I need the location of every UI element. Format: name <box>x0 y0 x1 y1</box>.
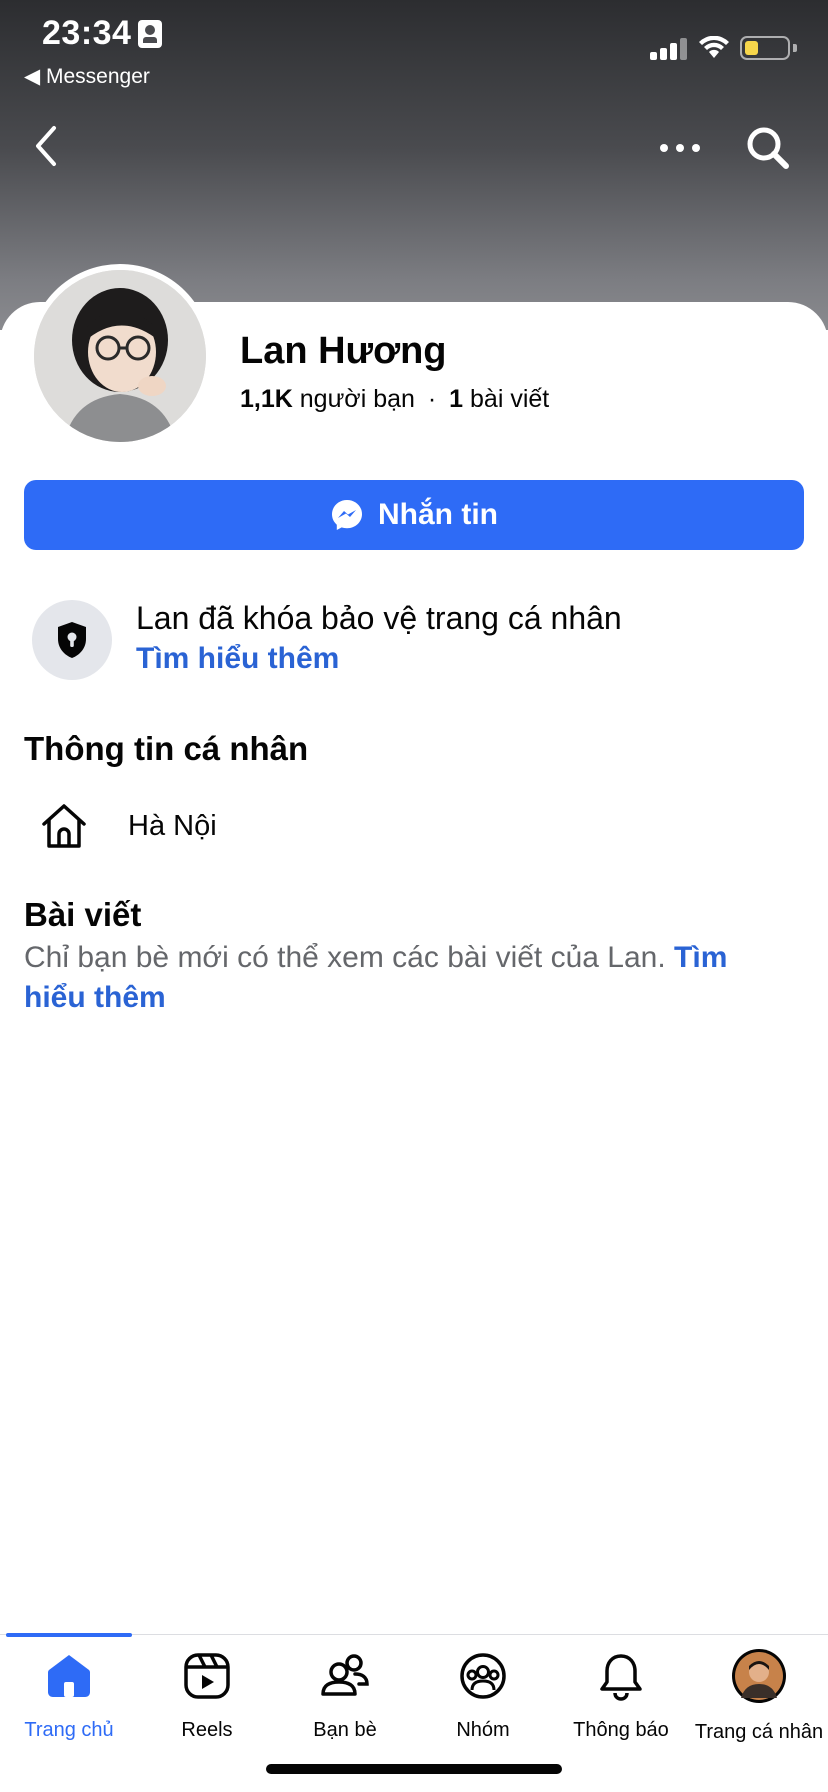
tab-groups[interactable]: Nhóm <box>414 1650 552 1750</box>
reels-icon <box>184 1653 230 1699</box>
tab-reels-label: Reels <box>181 1719 233 1741</box>
friends-label[interactable]: người bạn <box>300 385 415 413</box>
profile-stats: 1,1K người bạn · 1 bài viết <box>240 385 549 414</box>
about-section-title: Thông tin cá nhân <box>24 730 309 767</box>
contact-card-icon <box>138 20 162 48</box>
back-chevron-icon[interactable] <box>26 122 66 170</box>
avatar-photo <box>34 270 206 442</box>
bell-icon <box>600 1654 642 1701</box>
posts-privacy-description: Chỉ bạn bè mới có thể xem các bài viết c… <box>24 941 666 974</box>
location-value: Hà Nội <box>128 810 217 842</box>
tab-my-profile[interactable]: Trang cá nhân <box>690 1649 828 1750</box>
stats-separator: · <box>427 385 437 413</box>
tab-my-profile-label: Trang cá nhân <box>694 1721 824 1743</box>
posts-count: 1 <box>449 385 464 413</box>
wifi-icon <box>699 36 729 58</box>
battery-icon <box>740 36 790 60</box>
shield-lock-icon <box>58 622 86 658</box>
house-icon <box>42 804 86 848</box>
status-time: 23:34 <box>42 14 132 52</box>
lock-notice-title: Lan đã khóa bảo vệ trang cá nhân <box>136 600 622 636</box>
search-icon[interactable] <box>744 124 792 172</box>
posts-privacy-text: Chỉ bạn bè mới có thể xem các bài viết c… <box>24 938 784 1018</box>
lock-learn-more-link[interactable]: Tìm hiểu thêm <box>136 642 339 676</box>
profile-name: Lan Hương <box>240 330 447 372</box>
messenger-icon <box>332 500 362 530</box>
active-tab-indicator <box>6 1633 132 1637</box>
tab-notifications-label: Thông báo <box>573 1719 669 1741</box>
tab-home-label: Trang chủ <box>24 1719 114 1741</box>
posts-section-title: Bài viết <box>24 896 142 933</box>
cellular-signal-icon <box>650 38 688 60</box>
profile-lock-badge <box>32 600 112 680</box>
home-indicator[interactable] <box>266 1764 562 1774</box>
home-icon <box>48 1655 90 1697</box>
friends-icon <box>321 1654 369 1696</box>
tab-home[interactable]: Trang chủ <box>0 1650 138 1750</box>
tab-groups-label: Nhóm <box>456 1719 510 1741</box>
tab-friends-label: Bạn bè <box>313 1719 377 1741</box>
back-to-app-link[interactable]: ◀ Messenger <box>24 64 150 89</box>
friends-count[interactable]: 1,1K <box>240 385 293 413</box>
tab-reels[interactable]: Reels <box>138 1650 276 1750</box>
profile-avatar[interactable] <box>34 270 206 442</box>
more-options-icon[interactable] <box>656 128 704 168</box>
message-button[interactable]: Nhắn tin <box>24 480 804 550</box>
my-profile-avatar <box>732 1649 786 1703</box>
message-button-label: Nhắn tin <box>378 498 498 531</box>
tab-friends[interactable]: Bạn bè <box>276 1650 414 1750</box>
groups-icon <box>460 1653 506 1699</box>
posts-label: bài viết <box>470 385 550 413</box>
tab-notifications[interactable]: Thông báo <box>552 1650 690 1750</box>
